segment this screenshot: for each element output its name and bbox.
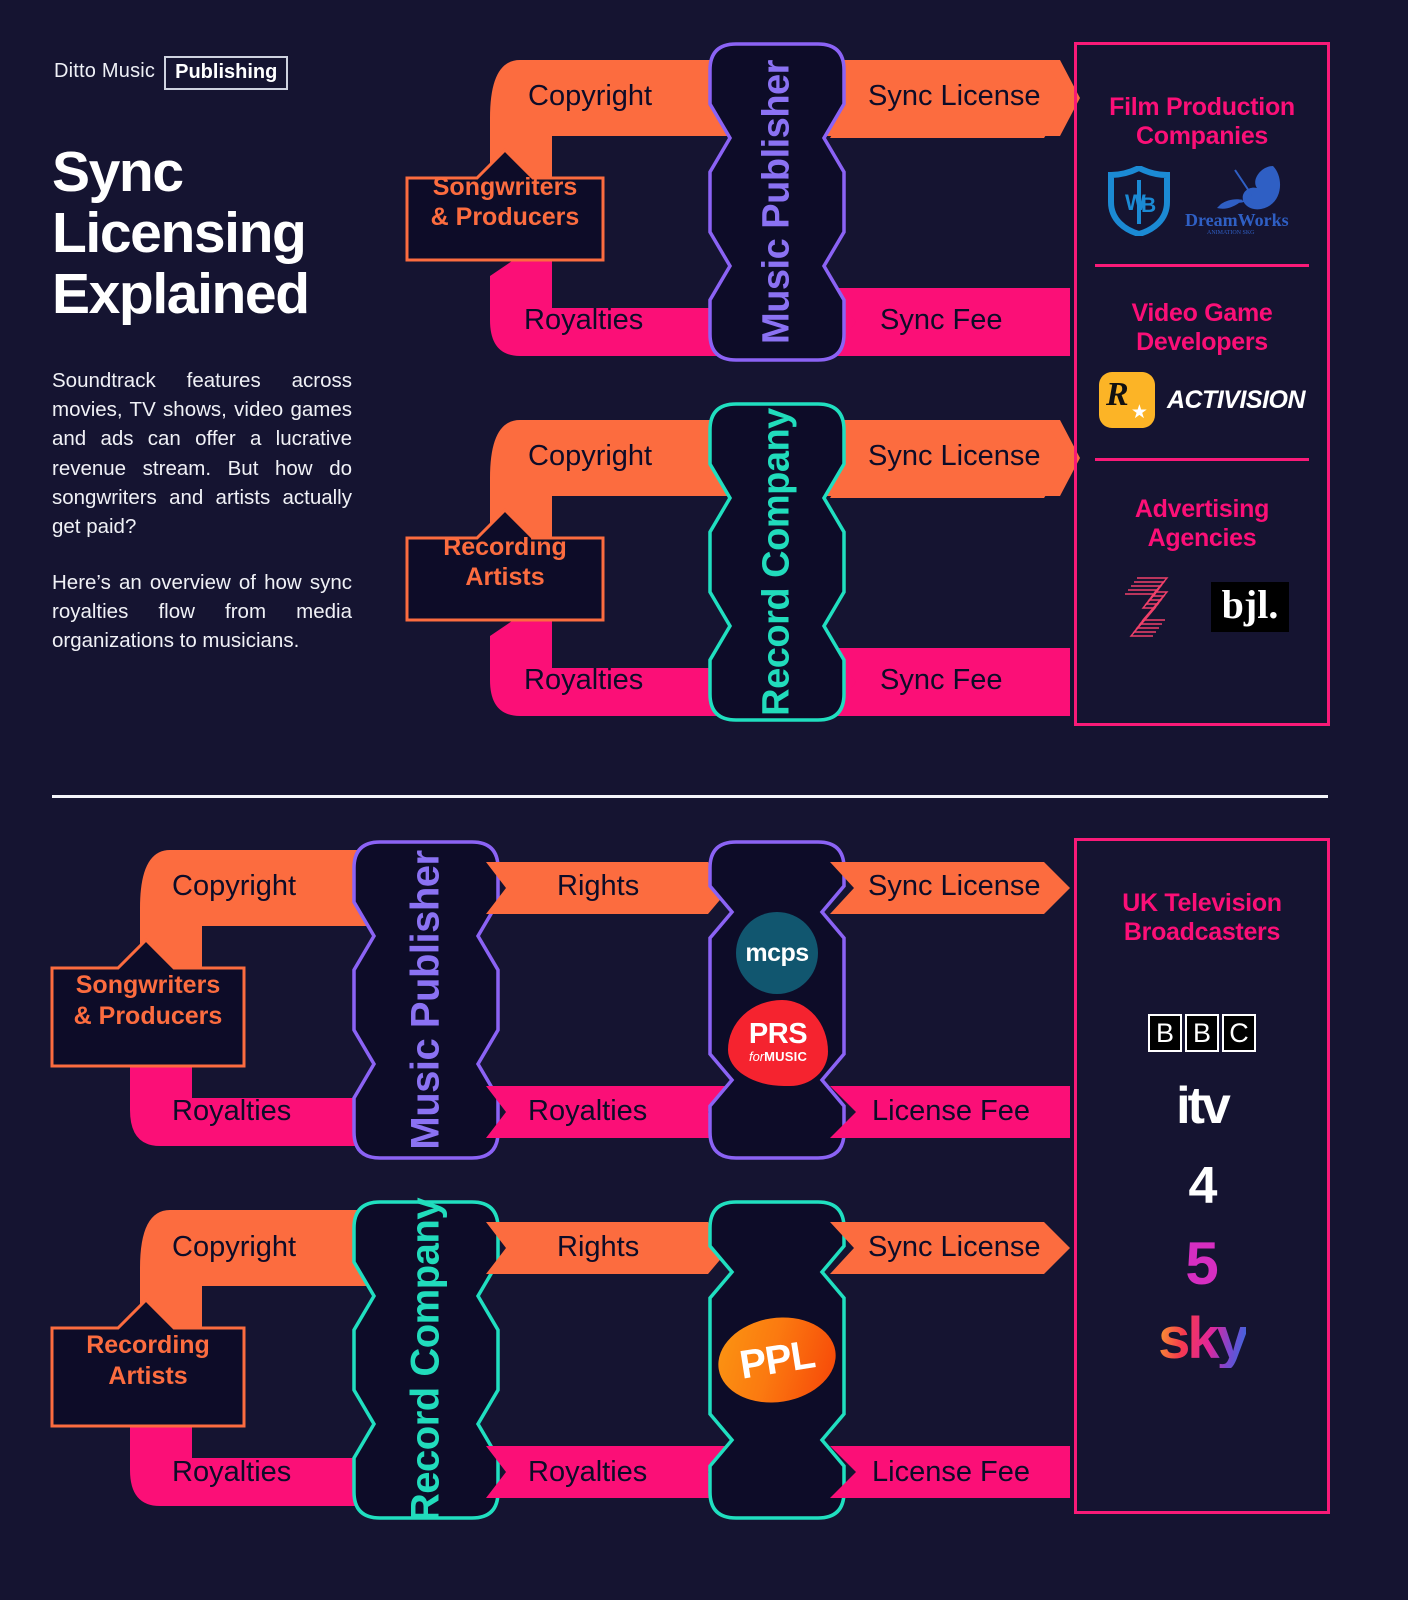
top-row-1-right-top-label: Sync License	[868, 80, 1041, 112]
panel-group-title-film: Film Production Companies	[1109, 93, 1295, 150]
star-icon: ★	[1130, 402, 1148, 423]
top-row-2-entity-label: Recording Artists	[443, 533, 567, 591]
wb-logo: W B	[1108, 166, 1170, 236]
bottom-row-1-mid-bottom-label: Royalties	[528, 1095, 648, 1127]
bottom-row-1-mid-top-label: Rights	[557, 870, 640, 902]
bbc-logo: B B C	[1148, 1014, 1256, 1052]
itv-logo: itv	[1176, 1077, 1231, 1135]
broadcasters-panel-title: UK Television Broadcasters	[1122, 889, 1282, 946]
top-row-2-in-label: Copyright	[528, 440, 653, 472]
top-row-1-in-label: Copyright	[528, 80, 653, 112]
prs-tagline-for: for	[748, 1048, 765, 1064]
top-row-2-right-bottom-label: Sync Fee	[880, 664, 1003, 696]
svg-text:B: B	[1141, 194, 1156, 217]
bbc-letter-3: C	[1222, 1014, 1256, 1052]
top-row-1-out-label: Royalties	[524, 304, 644, 336]
bjl-logo: bjl.	[1210, 582, 1290, 632]
activision-logo: ACTIVISION	[1166, 385, 1306, 414]
top-row-2-right-top-label: Sync License	[868, 440, 1041, 472]
prs-wordmark: PRS	[748, 1018, 808, 1051]
bottom-row-1-in-label: Copyright	[172, 870, 297, 902]
bottom-row-2-right-top-label: Sync License	[868, 1231, 1041, 1263]
svg-text:ANIMATION SKG: ANIMATION SKG	[1207, 230, 1255, 236]
bottom-row-2-out-label: Royalties	[172, 1456, 292, 1488]
top-row-1-hub-label: Music Publisher	[755, 60, 798, 344]
bottom-row-2-in-label: Copyright	[172, 1231, 297, 1263]
broadcasters-panel: UK Television Broadcasters B B C itv 4 5…	[1074, 838, 1330, 1514]
prs-tagline-music: MUSIC	[764, 1048, 808, 1064]
bottom-row-1-right-bottom-label: License Fee	[872, 1095, 1030, 1127]
panel-group-title-ads: Advertising Agencies	[1134, 495, 1270, 552]
bottom-row-2-mid-top-label: Rights	[557, 1231, 640, 1263]
channel5-logo-row: 5	[1077, 1234, 1327, 1294]
intro-paragraph-2: Here’s an overview of how sync royalties…	[52, 571, 352, 653]
bottom-row-1-entity-label: Songwriters & Producers	[73, 971, 223, 1030]
bbc-letter-2: B	[1185, 1014, 1219, 1052]
dreamworks-logo: DreamWorks ANIMATION SKG	[1185, 166, 1289, 236]
itv-logo-row: itv	[1077, 1080, 1327, 1132]
bottom-row-2-mid-bottom-label: Royalties	[528, 1456, 648, 1488]
panel-rule-1	[1095, 264, 1309, 267]
section-divider	[52, 795, 1328, 798]
svg-text:DreamWorks: DreamWorks	[1185, 210, 1289, 230]
iris-logo	[1124, 577, 1169, 637]
brand-lockup: Ditto Music Publishing	[54, 56, 289, 90]
bottom-row-1-right-top-label: Sync License	[868, 870, 1041, 902]
sky-logo-row: sky	[1077, 1310, 1327, 1368]
sky-logo: sky	[1158, 1306, 1249, 1371]
rockstar-games-logo: R ★	[1098, 372, 1155, 428]
bottom-row-2-right-bottom-label: License Fee	[872, 1456, 1030, 1488]
prs-tagline: forMUSIC	[749, 1049, 807, 1065]
channel-5-logo: 5	[1185, 1230, 1219, 1297]
panel-rule-2	[1095, 458, 1309, 461]
bottom-row-2-entity-label: Recording Artists	[86, 1331, 210, 1390]
brand-prefix: Ditto Music	[54, 60, 156, 82]
channel-4-logo: 4	[1188, 1157, 1218, 1215]
rockstar-letter: R	[1105, 376, 1129, 413]
top-row-1-entity-label: Songwriters & Producers	[430, 173, 580, 231]
media-buyers-panel: Film Production Companies W B DreamWorks…	[1074, 42, 1330, 726]
panel-group-title-games: Video Game Developers	[1131, 299, 1273, 356]
brand-boxed-word: Publishing	[164, 56, 289, 90]
top-row-2-out-label: Royalties	[524, 664, 644, 696]
bbc-letter-1: B	[1148, 1014, 1182, 1052]
top-row-1-right-bottom-label: Sync Fee	[880, 304, 1003, 336]
top-row-2-hub-label: Record Company	[755, 408, 798, 716]
channel4-logo-row: 4	[1077, 1160, 1327, 1212]
bottom-row-1-out-label: Royalties	[172, 1095, 292, 1127]
ads-logo-row: bjl.	[1077, 570, 1327, 644]
mcps-logo: mcps	[736, 912, 818, 994]
infographic-root: Ditto Music Publishing Sync Licensing Ex…	[0, 0, 1408, 1600]
bottom-row-2-hub-label: Record Company	[403, 1197, 448, 1523]
bottom-row-1-hub-label: Music Publisher	[403, 850, 448, 1150]
games-logo-row: R ★ ACTIVISION	[1077, 372, 1327, 428]
bbc-logo-row: B B C	[1077, 1014, 1327, 1052]
film-logo-row: W B DreamWorks ANIMATION SKG	[1077, 164, 1327, 238]
page-title: Sync Licensing Explained	[52, 140, 310, 326]
intro-paragraph-1: Soundtrack features across movies, TV sh…	[52, 369, 352, 539]
